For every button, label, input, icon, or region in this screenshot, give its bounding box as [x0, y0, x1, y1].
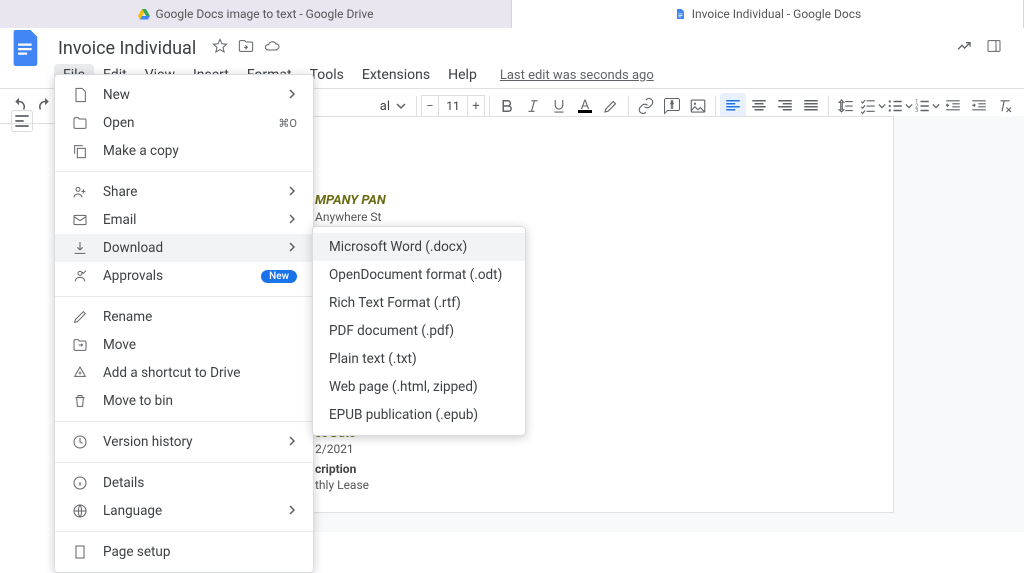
download-rtf[interactable]: Rich Text Format (.rtf) — [313, 289, 525, 317]
file-download[interactable]: Download — [55, 234, 313, 262]
download-txt[interactable]: Plain text (.txt) — [313, 345, 525, 373]
rename-icon — [69, 309, 91, 325]
chevron-right-icon — [287, 240, 297, 256]
google-docs-icon — [674, 8, 686, 20]
last-edit-link[interactable]: Last edit was seconds ago — [500, 68, 654, 83]
font-size-control: − 11 + — [421, 95, 485, 117]
browser-tab-drive[interactable]: Google Docs image to text - Google Drive — [0, 0, 512, 28]
download-odt[interactable]: OpenDocument format (.odt) — [313, 261, 525, 289]
move-icon — [69, 337, 91, 353]
file-details[interactable]: Details — [55, 469, 313, 497]
doc-invoice-date-value: 2/2021 — [315, 442, 833, 456]
history-icon — [69, 434, 91, 450]
file-share[interactable]: Share — [55, 178, 313, 206]
shortcut-label: ⌘O — [278, 117, 297, 130]
download-docx[interactable]: Microsoft Word (.docx) — [313, 233, 525, 261]
file-add-shortcut[interactable]: Add a shortcut to Drive — [55, 359, 313, 387]
approvals-icon — [69, 268, 91, 284]
globe-icon — [69, 503, 91, 519]
file-page-setup[interactable]: Page setup — [55, 538, 313, 566]
chevron-right-icon — [287, 434, 297, 450]
file-version-history[interactable]: Version history — [55, 428, 313, 456]
download-pdf[interactable]: PDF document (.pdf) — [313, 317, 525, 345]
file-move[interactable]: Move — [55, 331, 313, 359]
drive-shortcut-icon — [69, 365, 91, 381]
file-email[interactable]: Email — [55, 206, 313, 234]
folder-icon — [69, 115, 91, 131]
file-language[interactable]: Language — [55, 497, 313, 525]
doc-description-label: cription — [315, 462, 833, 476]
font-size-increase[interactable]: + — [467, 95, 485, 117]
file-new[interactable]: New — [55, 81, 313, 109]
google-drive-icon — [138, 8, 150, 20]
move-folder-icon[interactable] — [238, 38, 254, 58]
download-submenu: Microsoft Word (.docx) OpenDocument form… — [312, 226, 526, 436]
file-make-copy[interactable]: Make a copy — [55, 137, 313, 165]
trash-icon — [69, 393, 91, 409]
activity-icon[interactable] — [956, 38, 972, 58]
svg-text:3: 3 — [915, 108, 918, 114]
chevron-right-icon — [287, 212, 297, 228]
menu-help[interactable]: Help — [439, 64, 486, 86]
page-setup-icon — [69, 544, 91, 560]
share-icon — [69, 184, 91, 200]
doc-description-value: thly Lease — [315, 478, 833, 492]
side-panel-icon[interactable] — [986, 38, 1002, 58]
cloud-status-icon[interactable] — [264, 38, 280, 58]
file-move-to-bin[interactable]: Move to bin — [55, 387, 313, 415]
star-icon[interactable] — [212, 38, 228, 58]
file-rename[interactable]: Rename — [55, 303, 313, 331]
chevron-right-icon — [287, 184, 297, 200]
doc-heading: MPANY PAN — [315, 193, 833, 208]
font-size-value[interactable]: 11 — [439, 95, 467, 117]
browser-tab-docs[interactable]: Invoice Individual - Google Docs — [512, 0, 1024, 28]
email-icon — [69, 212, 91, 228]
download-html[interactable]: Web page (.html, zipped) — [313, 373, 525, 401]
download-epub[interactable]: EPUB publication (.epub) — [313, 401, 525, 429]
download-icon — [69, 240, 91, 256]
new-badge: New — [261, 270, 297, 283]
info-icon — [69, 475, 91, 491]
browser-tab-docs-label: Invoice Individual - Google Docs — [692, 7, 861, 21]
outline-toggle[interactable] — [11, 110, 33, 132]
document-title[interactable]: Invoice Individual — [52, 36, 202, 61]
browser-tab-bar: Google Docs image to text - Google Drive… — [0, 0, 1024, 28]
font-family-select[interactable]: al — [370, 99, 412, 114]
chevron-right-icon — [287, 87, 297, 103]
menu-extensions[interactable]: Extensions — [353, 64, 439, 86]
file-open[interactable]: Open ⌘O — [55, 109, 313, 137]
chevron-right-icon — [287, 503, 297, 519]
file-menu-dropdown: New Open ⌘O Make a copy Share Email Down… — [54, 74, 314, 573]
font-size-decrease[interactable]: − — [421, 95, 439, 117]
title-bar: Invoice Individual — [0, 28, 1024, 62]
copy-icon — [69, 143, 91, 159]
doc-address: Anywhere St — [315, 210, 833, 224]
left-rail — [0, 100, 44, 132]
browser-tab-drive-label: Google Docs image to text - Google Drive — [156, 7, 374, 21]
docs-logo[interactable] — [8, 30, 44, 66]
file-approvals[interactable]: Approvals New — [55, 262, 313, 290]
file-blank-icon — [69, 87, 91, 103]
